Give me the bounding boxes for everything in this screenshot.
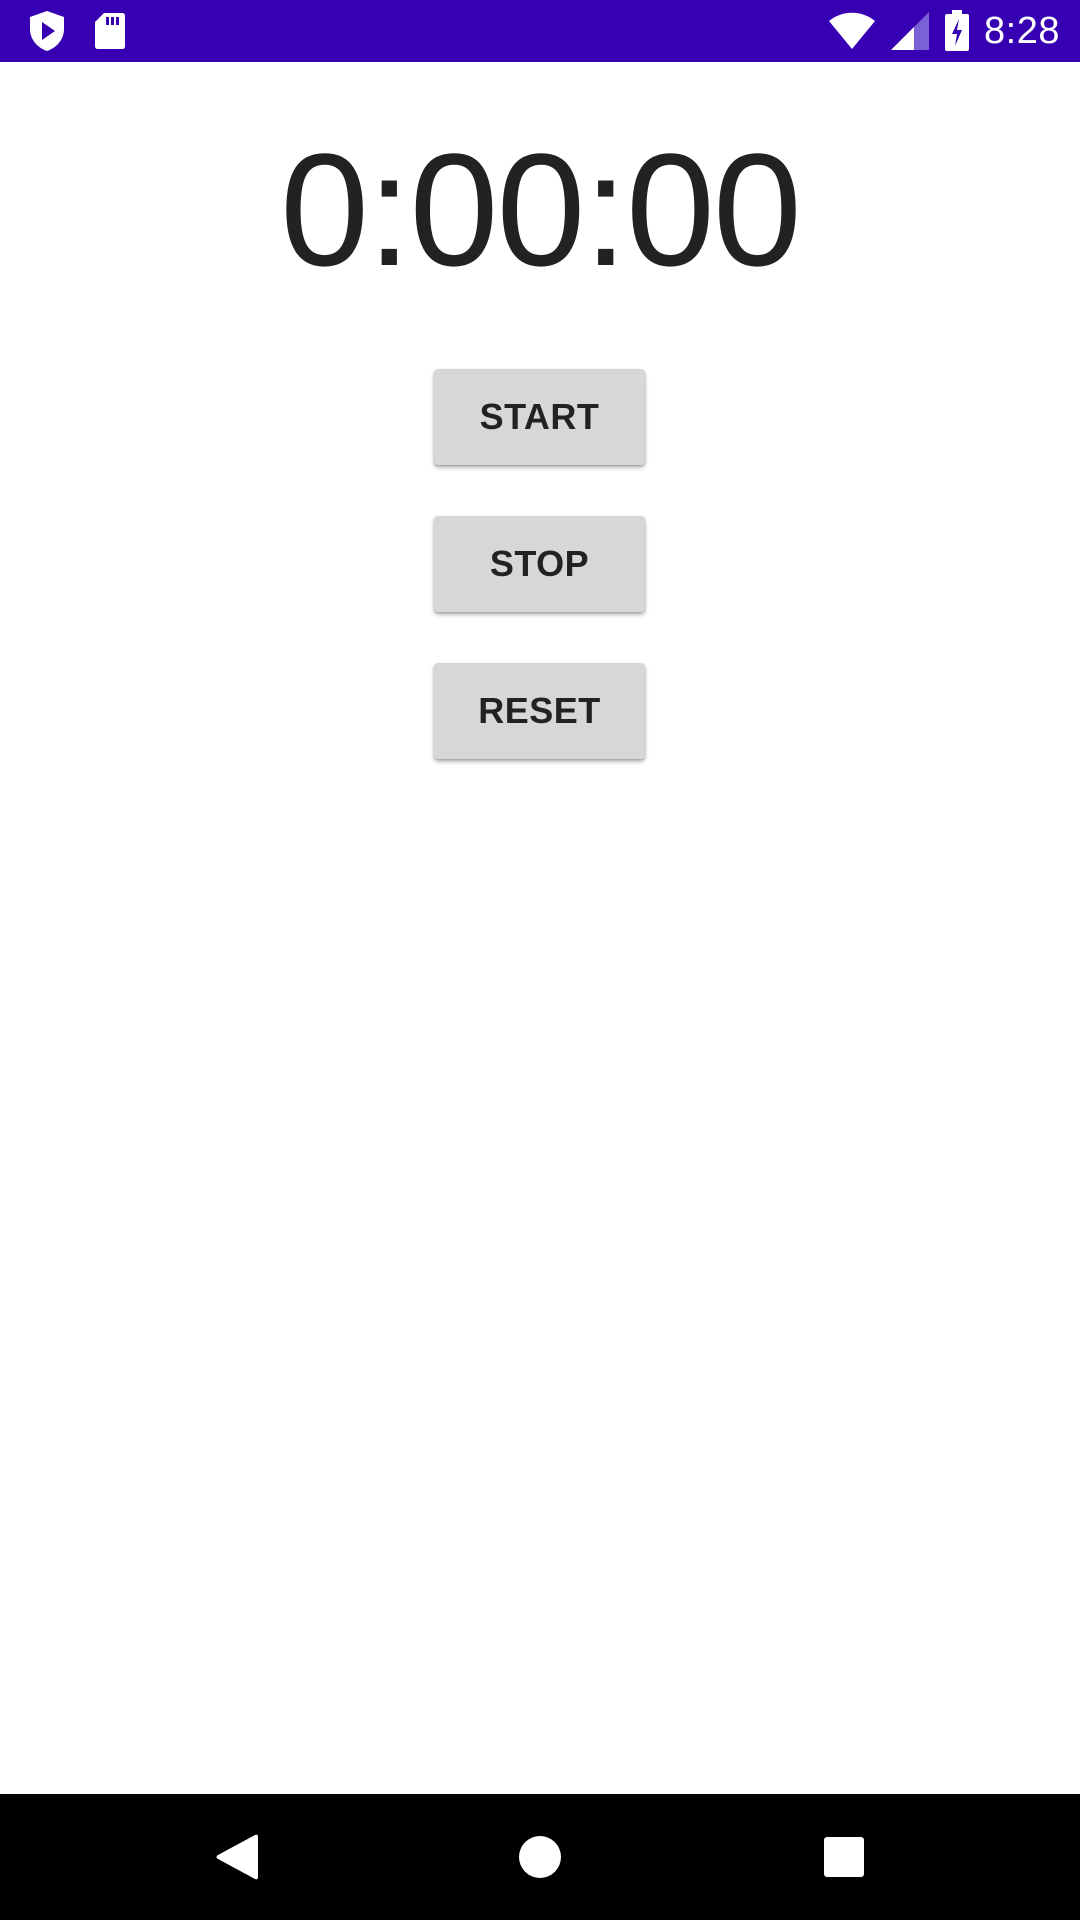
shield-play-icon — [28, 10, 66, 52]
wifi-icon — [828, 11, 876, 51]
time-display: 0:00:00 — [280, 120, 802, 299]
recents-icon — [823, 1836, 865, 1878]
recents-button[interactable] — [781, 1794, 907, 1920]
back-icon — [215, 1833, 259, 1881]
back-button[interactable] — [174, 1794, 300, 1920]
status-left-icons — [28, 10, 126, 52]
navigation-bar — [0, 1794, 1080, 1920]
status-bar: 8:28 — [0, 0, 1080, 62]
stopwatch-screen: 8:28 0:00:00 START STOP RESET — [0, 0, 1080, 1920]
reset-button[interactable]: RESET — [434, 663, 645, 759]
status-right-icons: 8:28 — [828, 8, 1060, 54]
home-button[interactable] — [477, 1794, 603, 1920]
battery-charging-icon — [944, 10, 970, 52]
cell-signal-icon — [890, 11, 930, 51]
home-icon — [518, 1835, 562, 1879]
stop-button[interactable]: STOP — [434, 516, 645, 612]
start-button[interactable]: START — [434, 369, 645, 465]
status-time: 8:28 — [984, 9, 1060, 52]
sd-card-icon — [94, 12, 126, 50]
